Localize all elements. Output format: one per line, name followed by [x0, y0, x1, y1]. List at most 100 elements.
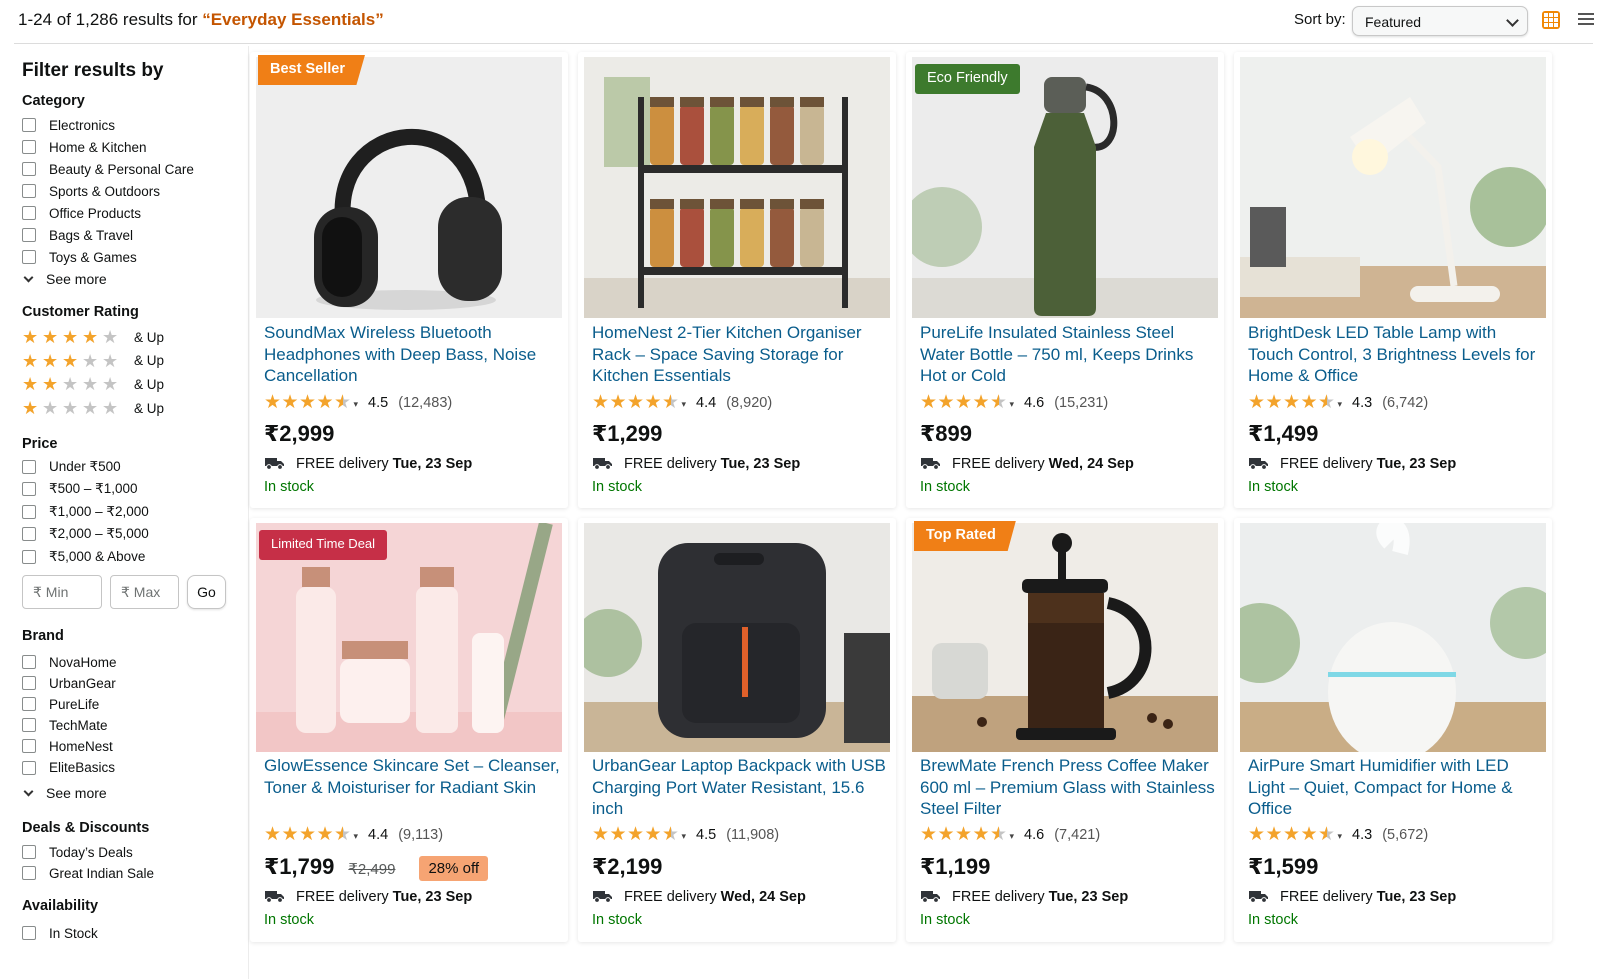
- product-rating[interactable]: ★ ★ ★ ★ ★ ▾ 4.6 (7,421): [920, 825, 1100, 845]
- review-count-link[interactable]: (7,421): [1054, 827, 1100, 843]
- checkbox[interactable]: [22, 250, 36, 264]
- price-max-input[interactable]: ₹ Max: [110, 575, 179, 609]
- checkbox[interactable]: [22, 460, 36, 474]
- checkbox[interactable]: [22, 118, 36, 132]
- checkbox[interactable]: [22, 866, 36, 880]
- product-title-link[interactable]: BrewMate French Press Coffee Maker 600 m…: [920, 755, 1216, 820]
- brand-option[interactable]: TechMate: [22, 715, 108, 735]
- rating-filter-2-up[interactable]: ★ ★ ★ ★ ★ & Up: [22, 374, 164, 394]
- price-go-button[interactable]: Go: [187, 575, 226, 609]
- product-title-link[interactable]: SoundMax Wireless Bluetooth Headphones w…: [264, 322, 560, 387]
- checkbox[interactable]: [22, 184, 36, 198]
- product-card[interactable]: Limited Time Deal GlowEssence Skincare Se…: [250, 518, 568, 942]
- deals-option[interactable]: Great Indian Sale: [22, 863, 154, 883]
- product-rating[interactable]: ★ ★ ★ ★ ★ ▾ 4.3 (6,742): [1248, 393, 1428, 413]
- checkbox[interactable]: [22, 140, 36, 154]
- product-card[interactable]: Top Rated BrewMate French Press Coffee Ma…: [906, 518, 1224, 942]
- product-card[interactable]: AirPure Smart Humidifier with LED Light …: [1234, 518, 1552, 942]
- price-min-input[interactable]: ₹ Min: [22, 575, 102, 609]
- product-title-link[interactable]: PureLife Insulated Stainless Steel Water…: [920, 322, 1216, 387]
- product-title-link[interactable]: UrbanGear Laptop Backpack with USB Charg…: [592, 755, 888, 820]
- sort-dropdown[interactable]: Featured: [1352, 6, 1528, 36]
- product-rating[interactable]: ★ ★ ★ ★ ★ ▾ 4.6 (15,231): [920, 393, 1108, 413]
- checkbox[interactable]: [22, 845, 36, 859]
- checkbox[interactable]: [22, 739, 36, 754]
- category-option[interactable]: Toys & Games: [22, 247, 137, 267]
- product-title-link[interactable]: GlowEssence Skincare Set – Cleanser, Ton…: [264, 755, 560, 798]
- price-option[interactable]: ₹5,000 & Above: [22, 547, 145, 567]
- checkbox[interactable]: [22, 162, 36, 176]
- checkbox[interactable]: [22, 760, 36, 775]
- caret-down-icon[interactable]: ▾: [1010, 399, 1015, 410]
- caret-down-icon[interactable]: ▾: [1010, 831, 1015, 842]
- product-image[interactable]: [584, 57, 890, 318]
- checkbox[interactable]: [22, 206, 36, 220]
- deals-option[interactable]: Today’s Deals: [22, 842, 133, 862]
- product-image[interactable]: [1240, 57, 1546, 318]
- product-title-link[interactable]: HomeNest 2-Tier Kitchen Organiser Rack –…: [592, 322, 888, 387]
- brand-see-more[interactable]: See more: [22, 783, 107, 803]
- price-option[interactable]: ₹2,000 – ₹5,000: [22, 524, 149, 544]
- review-count-link[interactable]: (5,672): [1382, 827, 1428, 843]
- review-count-link[interactable]: (12,483): [398, 395, 452, 411]
- category-option[interactable]: Bags & Travel: [22, 225, 133, 245]
- product-title-link[interactable]: BrightDesk LED Table Lamp with Touch Con…: [1248, 322, 1544, 387]
- checkbox[interactable]: [22, 697, 36, 712]
- review-count-link[interactable]: (15,231): [1054, 395, 1108, 411]
- product-image[interactable]: [256, 57, 562, 318]
- rating-filter-3-up[interactable]: ★ ★ ★ ★ ★ & Up: [22, 351, 164, 371]
- checkbox[interactable]: [22, 228, 36, 242]
- product-title-link[interactable]: AirPure Smart Humidifier with LED Light …: [1248, 755, 1544, 820]
- caret-down-icon[interactable]: ▾: [354, 831, 359, 842]
- brand-option[interactable]: EliteBasics: [22, 758, 115, 778]
- availability-option[interactable]: In Stock: [22, 923, 98, 943]
- review-count-link[interactable]: (8,920): [726, 395, 772, 411]
- checkbox[interactable]: [22, 482, 36, 497]
- caret-down-icon[interactable]: ▾: [682, 399, 687, 410]
- brand-option[interactable]: NovaHome: [22, 652, 117, 672]
- list-view-icon[interactable]: [1578, 13, 1594, 27]
- rating-filter-1-up[interactable]: ★ ★ ★ ★ ★ & Up: [22, 398, 164, 418]
- caret-down-icon[interactable]: ▾: [682, 831, 687, 842]
- category-option[interactable]: Electronics: [22, 115, 115, 135]
- product-card[interactable]: Best Seller SoundMax Wireless Bluetooth H…: [250, 52, 568, 508]
- caret-down-icon[interactable]: ▾: [1338, 831, 1343, 842]
- checkbox[interactable]: [22, 926, 36, 940]
- checkbox[interactable]: [22, 504, 36, 519]
- product-rating[interactable]: ★ ★ ★ ★ ★ ▾ 4.4 (9,113): [264, 825, 443, 845]
- checkbox[interactable]: [22, 676, 36, 691]
- brand-option[interactable]: UrbanGear: [22, 673, 116, 693]
- category-option[interactable]: Office Products: [22, 203, 141, 223]
- checkbox[interactable]: [22, 655, 36, 669]
- rating-filter-4-up[interactable]: ★ ★ ★ ★ ★ & Up: [22, 327, 164, 347]
- product-image[interactable]: [584, 523, 890, 752]
- review-count-link[interactable]: (6,742): [1382, 395, 1428, 411]
- product-rating[interactable]: ★ ★ ★ ★ ★ ▾ 4.4 (8,920): [592, 393, 772, 413]
- review-count-link[interactable]: (9,113): [398, 827, 443, 843]
- brand-option[interactable]: HomeNest: [22, 736, 113, 756]
- brand-option[interactable]: PureLife: [22, 694, 99, 714]
- grid-view-icon[interactable]: [1542, 11, 1560, 29]
- product-image[interactable]: [912, 57, 1218, 318]
- price-option[interactable]: ₹500 – ₹1,000: [22, 479, 138, 499]
- checkbox[interactable]: [22, 718, 36, 733]
- checkbox[interactable]: [22, 527, 36, 542]
- product-image[interactable]: [912, 523, 1218, 752]
- review-count-link[interactable]: (11,908): [726, 827, 779, 843]
- category-option[interactable]: Sports & Outdoors: [22, 181, 160, 201]
- category-option[interactable]: Beauty & Personal Care: [22, 159, 194, 179]
- caret-down-icon[interactable]: ▾: [354, 399, 359, 410]
- product-rating[interactable]: ★ ★ ★ ★ ★ ▾ 4.3 (5,672): [1248, 825, 1428, 845]
- product-card[interactable]: BrightDesk LED Table Lamp with Touch Con…: [1234, 52, 1552, 508]
- product-image[interactable]: [1240, 523, 1546, 752]
- product-card[interactable]: HomeNest 2-Tier Kitchen Organiser Rack –…: [578, 52, 896, 508]
- product-rating[interactable]: ★ ★ ★ ★ ★ ▾ 4.5 (12,483): [264, 393, 452, 413]
- category-see-more[interactable]: See more: [22, 269, 107, 289]
- product-card[interactable]: UrbanGear Laptop Backpack with USB Charg…: [578, 518, 896, 942]
- category-option[interactable]: Home & Kitchen: [22, 137, 147, 157]
- price-option[interactable]: Under ₹500: [22, 457, 121, 477]
- price-option[interactable]: ₹1,000 – ₹2,000: [22, 502, 149, 522]
- checkbox[interactable]: [22, 549, 36, 564]
- product-card[interactable]: Eco Friendly PureLife Insulated Stainless…: [906, 52, 1224, 508]
- caret-down-icon[interactable]: ▾: [1338, 399, 1343, 410]
